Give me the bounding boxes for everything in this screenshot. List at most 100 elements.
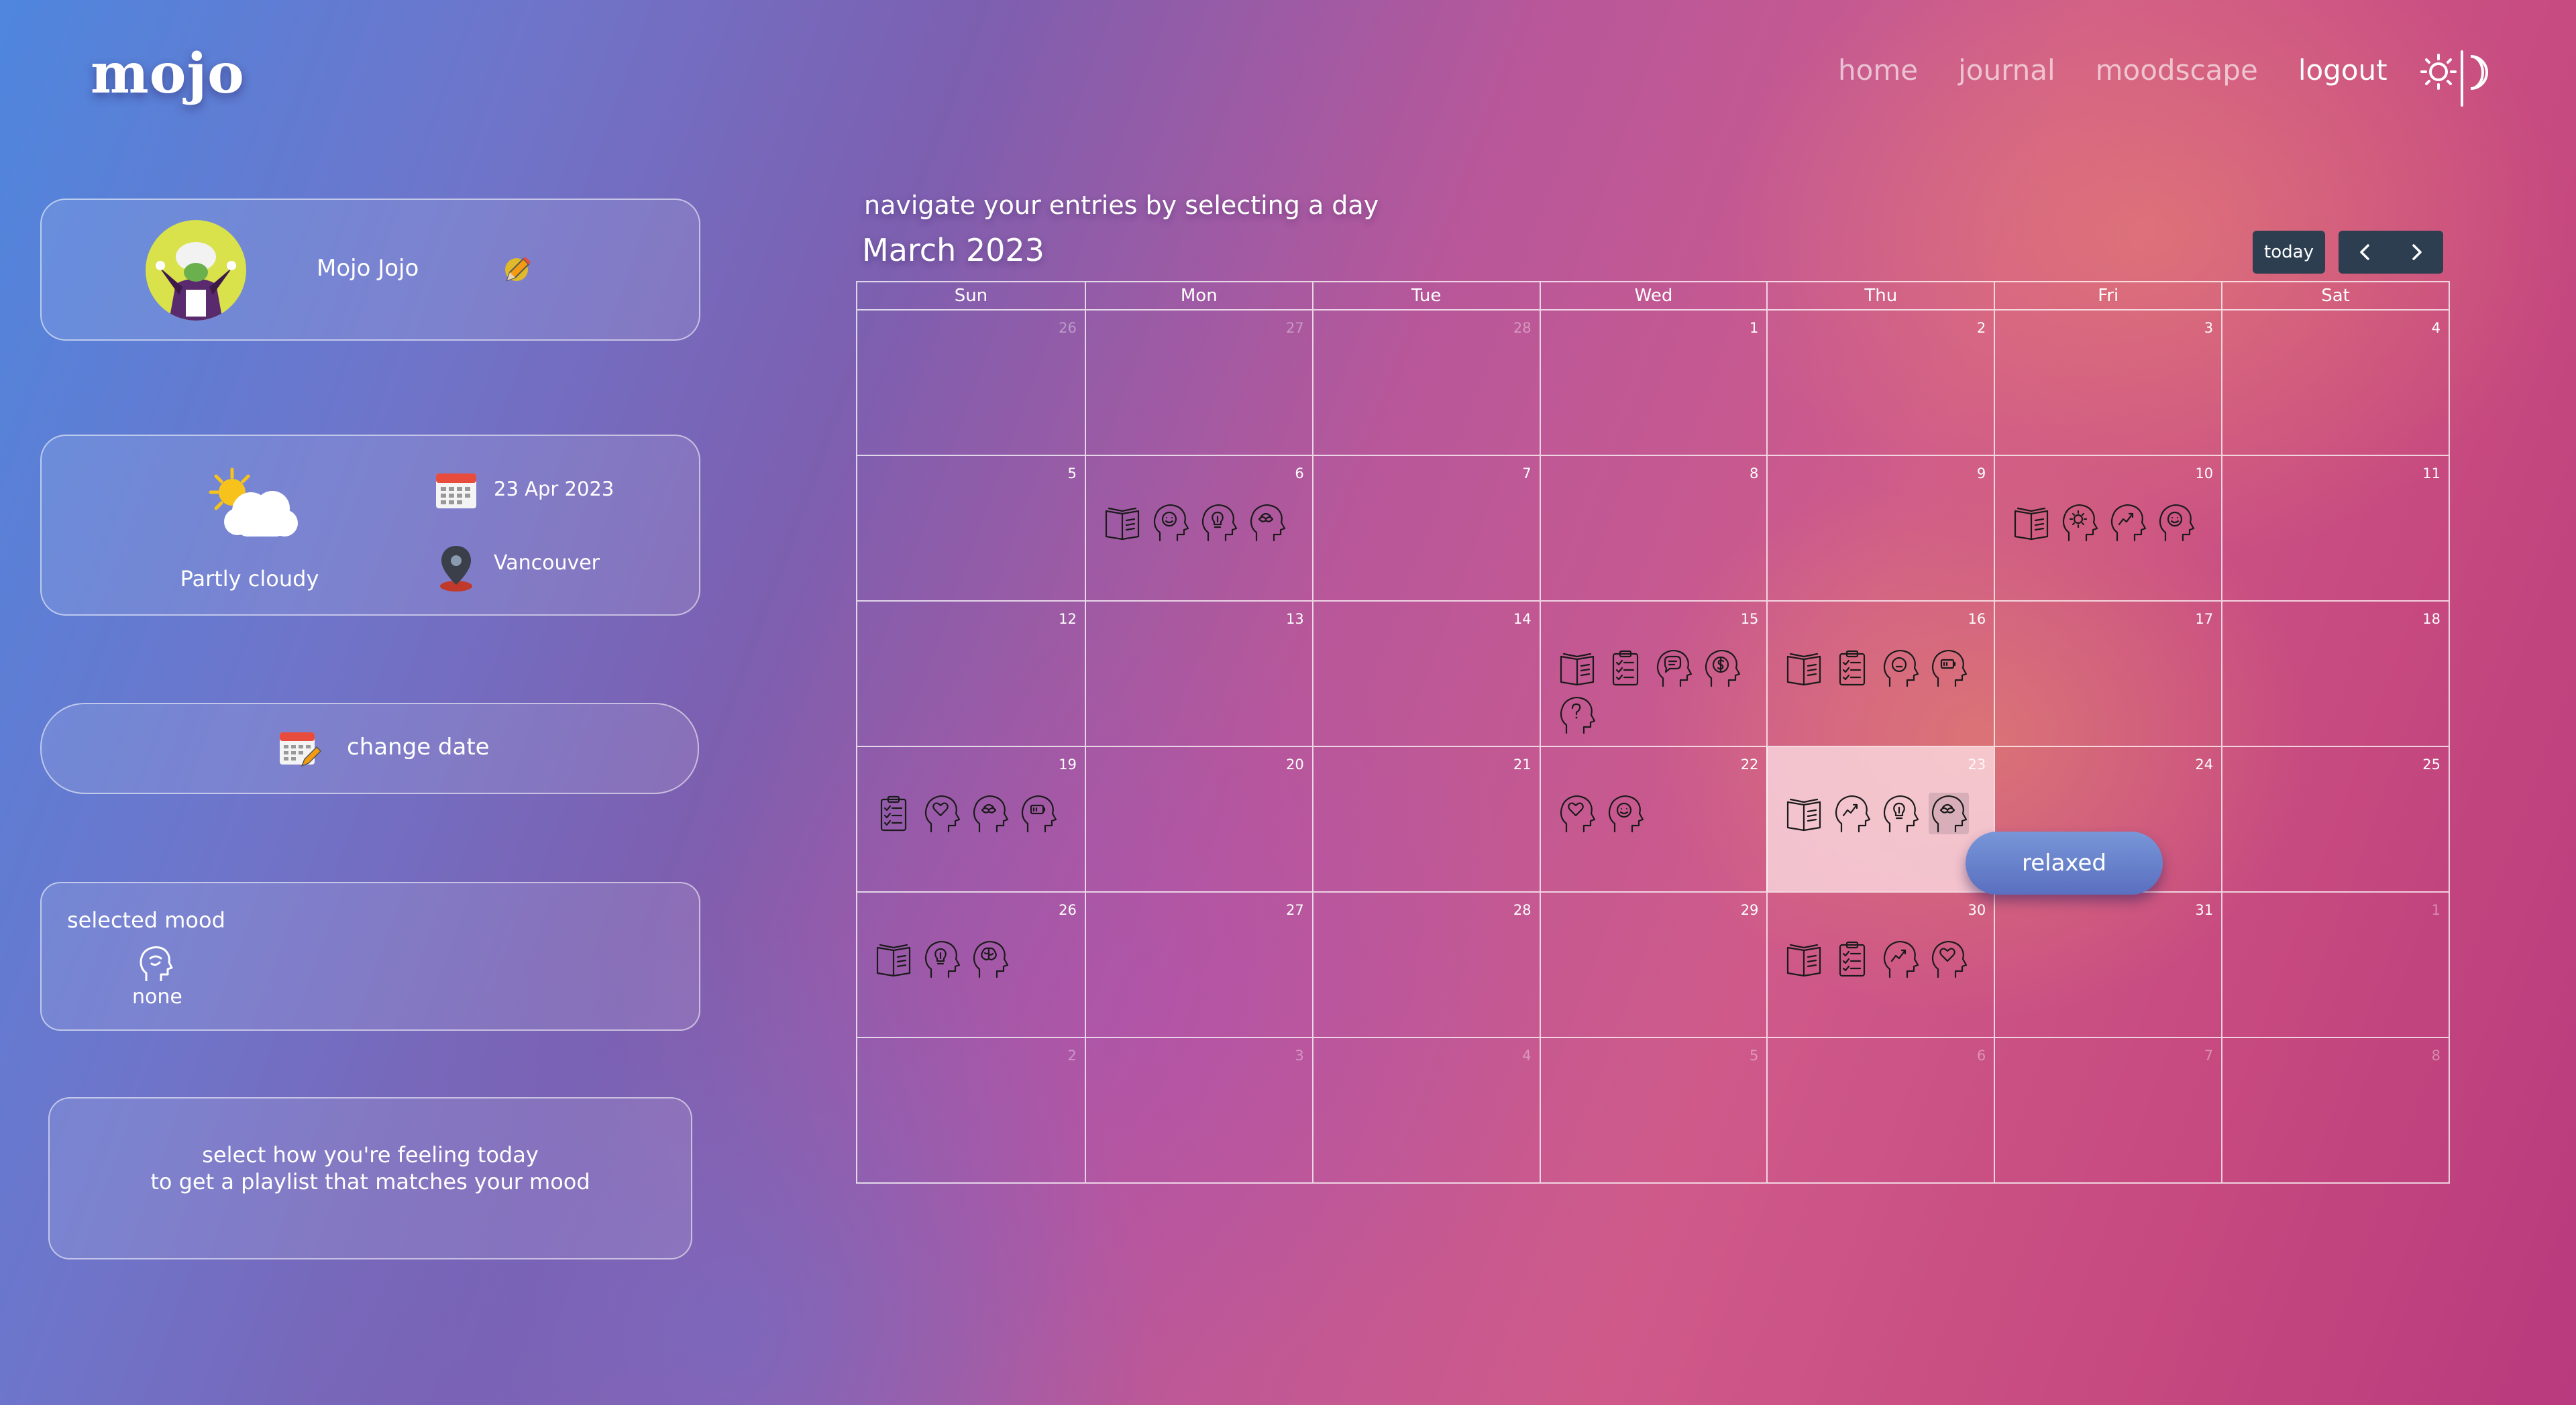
day-cell[interactable]: 3 [1994,311,2221,455]
journal-book-icon[interactable] [1557,647,1597,689]
growth-head-icon[interactable] [1832,793,1872,834]
theme-toggle-button[interactable] [2418,48,2492,109]
brain-head-icon[interactable] [970,938,1010,980]
day-cell[interactable]: 20 [1084,747,1312,891]
day-cell[interactable]: 5 [1539,1038,1767,1182]
day-cell[interactable]: 26 [857,311,1085,455]
love-head-icon[interactable] [922,793,962,834]
confused-head-icon[interactable] [1557,694,1597,736]
nav-journal[interactable]: journal [1958,54,2055,87]
growth-head-icon[interactable] [1880,938,1921,980]
day-cell[interactable]: 9 [1766,456,1994,600]
day-cell[interactable]: 22 [1539,747,1767,891]
checklist-icon[interactable] [873,793,914,834]
day-number: 7 [1522,465,1532,482]
tired-head-icon[interactable] [1018,793,1059,834]
day-cell[interactable]: 7 [1311,456,1540,600]
day-cell[interactable]: 14 [1311,602,1540,746]
day-cell[interactable]: 15 [1539,602,1767,746]
journal-book-icon[interactable] [1102,502,1142,543]
nav-moodscape[interactable]: moodscape [2096,54,2258,87]
happy-head-icon[interactable] [1605,793,1646,834]
today-button[interactable]: today [2253,231,2325,274]
tired-head-icon[interactable] [1929,647,1969,689]
day-cell[interactable]: 6 [1084,456,1312,600]
day-cell[interactable]: 27 [1084,893,1312,1037]
day-cell[interactable]: 4 [2221,311,2449,455]
day-cell[interactable]: 28 [1311,311,1540,455]
day-cell[interactable]: 6 [1766,1038,1994,1182]
day-cell[interactable]: 8 [1539,456,1767,600]
day-cell[interactable]: 2 [857,1038,1085,1182]
next-month-button[interactable] [2391,231,2443,274]
day-cell[interactable]: 4 [1311,1038,1540,1182]
app-logo[interactable]: mojo [91,42,245,106]
day-cell[interactable]: 1 [1539,311,1767,455]
calendar-edit-icon [278,727,322,770]
day-cell[interactable]: 31 [1994,893,2221,1037]
checklist-icon[interactable] [1832,647,1872,689]
journal-book-icon[interactable] [1784,938,1824,980]
day-cell[interactable]: 25 [2221,747,2449,891]
journal-book-icon[interactable] [1784,793,1824,834]
day-number: 9 [1976,465,1986,482]
nav-home[interactable]: home [1838,54,1918,87]
relaxed-head-icon[interactable] [1929,793,1970,834]
day-cell[interactable]: 2 [1766,311,1994,455]
day-cell[interactable]: 17 [1994,602,2221,746]
journal-book-icon[interactable] [1784,647,1824,689]
day-cell[interactable]: 28 [1311,893,1540,1037]
love-head-icon[interactable] [1929,938,1969,980]
day-number: 2 [1976,320,1986,336]
avatar[interactable] [146,220,246,321]
day-cell[interactable]: 27 [1084,311,1312,455]
day-cell[interactable]: 26 [857,893,1085,1037]
checklist-icon[interactable] [1832,938,1872,980]
happy-head-icon[interactable] [1150,502,1191,543]
growth-head-icon[interactable] [2108,502,2148,543]
selected-mood-value: none [132,985,182,1009]
idea-head-icon[interactable] [1199,502,1239,543]
journal-book-icon[interactable] [2011,502,2051,543]
nav-logout[interactable]: logout [2298,54,2387,87]
day-cell[interactable]: 5 [857,456,1085,600]
day-cell[interactable]: 1 [2221,893,2449,1037]
day-cell[interactable]: 21 [1311,747,1540,891]
playlist-prompt-card[interactable]: select how you're feeling today to get a… [48,1097,692,1259]
checklist-icon[interactable] [1605,647,1646,689]
idea-head-icon[interactable] [1880,793,1921,834]
talk-head-icon[interactable] [1654,647,1694,689]
money-head-icon[interactable] [1702,647,1742,689]
day-cell-selected[interactable]: 23 [1766,747,1994,891]
day-cell[interactable]: 7 [1994,1038,2221,1182]
sunny-head-icon[interactable] [2059,502,2100,543]
change-date-button[interactable]: change date [40,703,699,794]
edit-profile-button[interactable] [498,251,535,288]
day-cell[interactable]: 3 [1084,1038,1312,1182]
weekday-mon: Mon [1084,282,1312,309]
journal-book-icon[interactable] [873,938,914,980]
day-number: 26 [1059,902,1077,918]
day-cell[interactable]: 13 [1084,602,1312,746]
day-number: 14 [1513,611,1532,627]
relaxed-head-icon[interactable] [1247,502,1287,543]
week-row: 26 27 28 29 30 31 1 [857,893,2449,1038]
day-cell[interactable]: 8 [2221,1038,2449,1182]
day-number: 27 [1285,320,1304,336]
day-cell[interactable]: 16 [1766,602,1994,746]
day-cell[interactable]: 12 [857,602,1085,746]
love-head-icon[interactable] [1557,793,1597,834]
prev-month-button[interactable] [2339,231,2391,274]
neutral-head-icon[interactable] [1880,647,1921,689]
idea-head-icon[interactable] [922,938,962,980]
entry-icons [873,938,1075,980]
relaxed-head-icon[interactable] [970,793,1010,834]
day-cell[interactable]: 11 [2221,456,2449,600]
happy-head-icon[interactable] [2156,502,2196,543]
day-cell[interactable]: 29 [1539,893,1767,1037]
day-cell[interactable]: 19 [857,747,1085,891]
day-cell[interactable]: 18 [2221,602,2449,746]
day-cell[interactable]: 30 [1766,893,1994,1037]
day-cell[interactable]: 10 [1994,456,2221,600]
profile-name: Mojo Jojo [317,255,419,282]
